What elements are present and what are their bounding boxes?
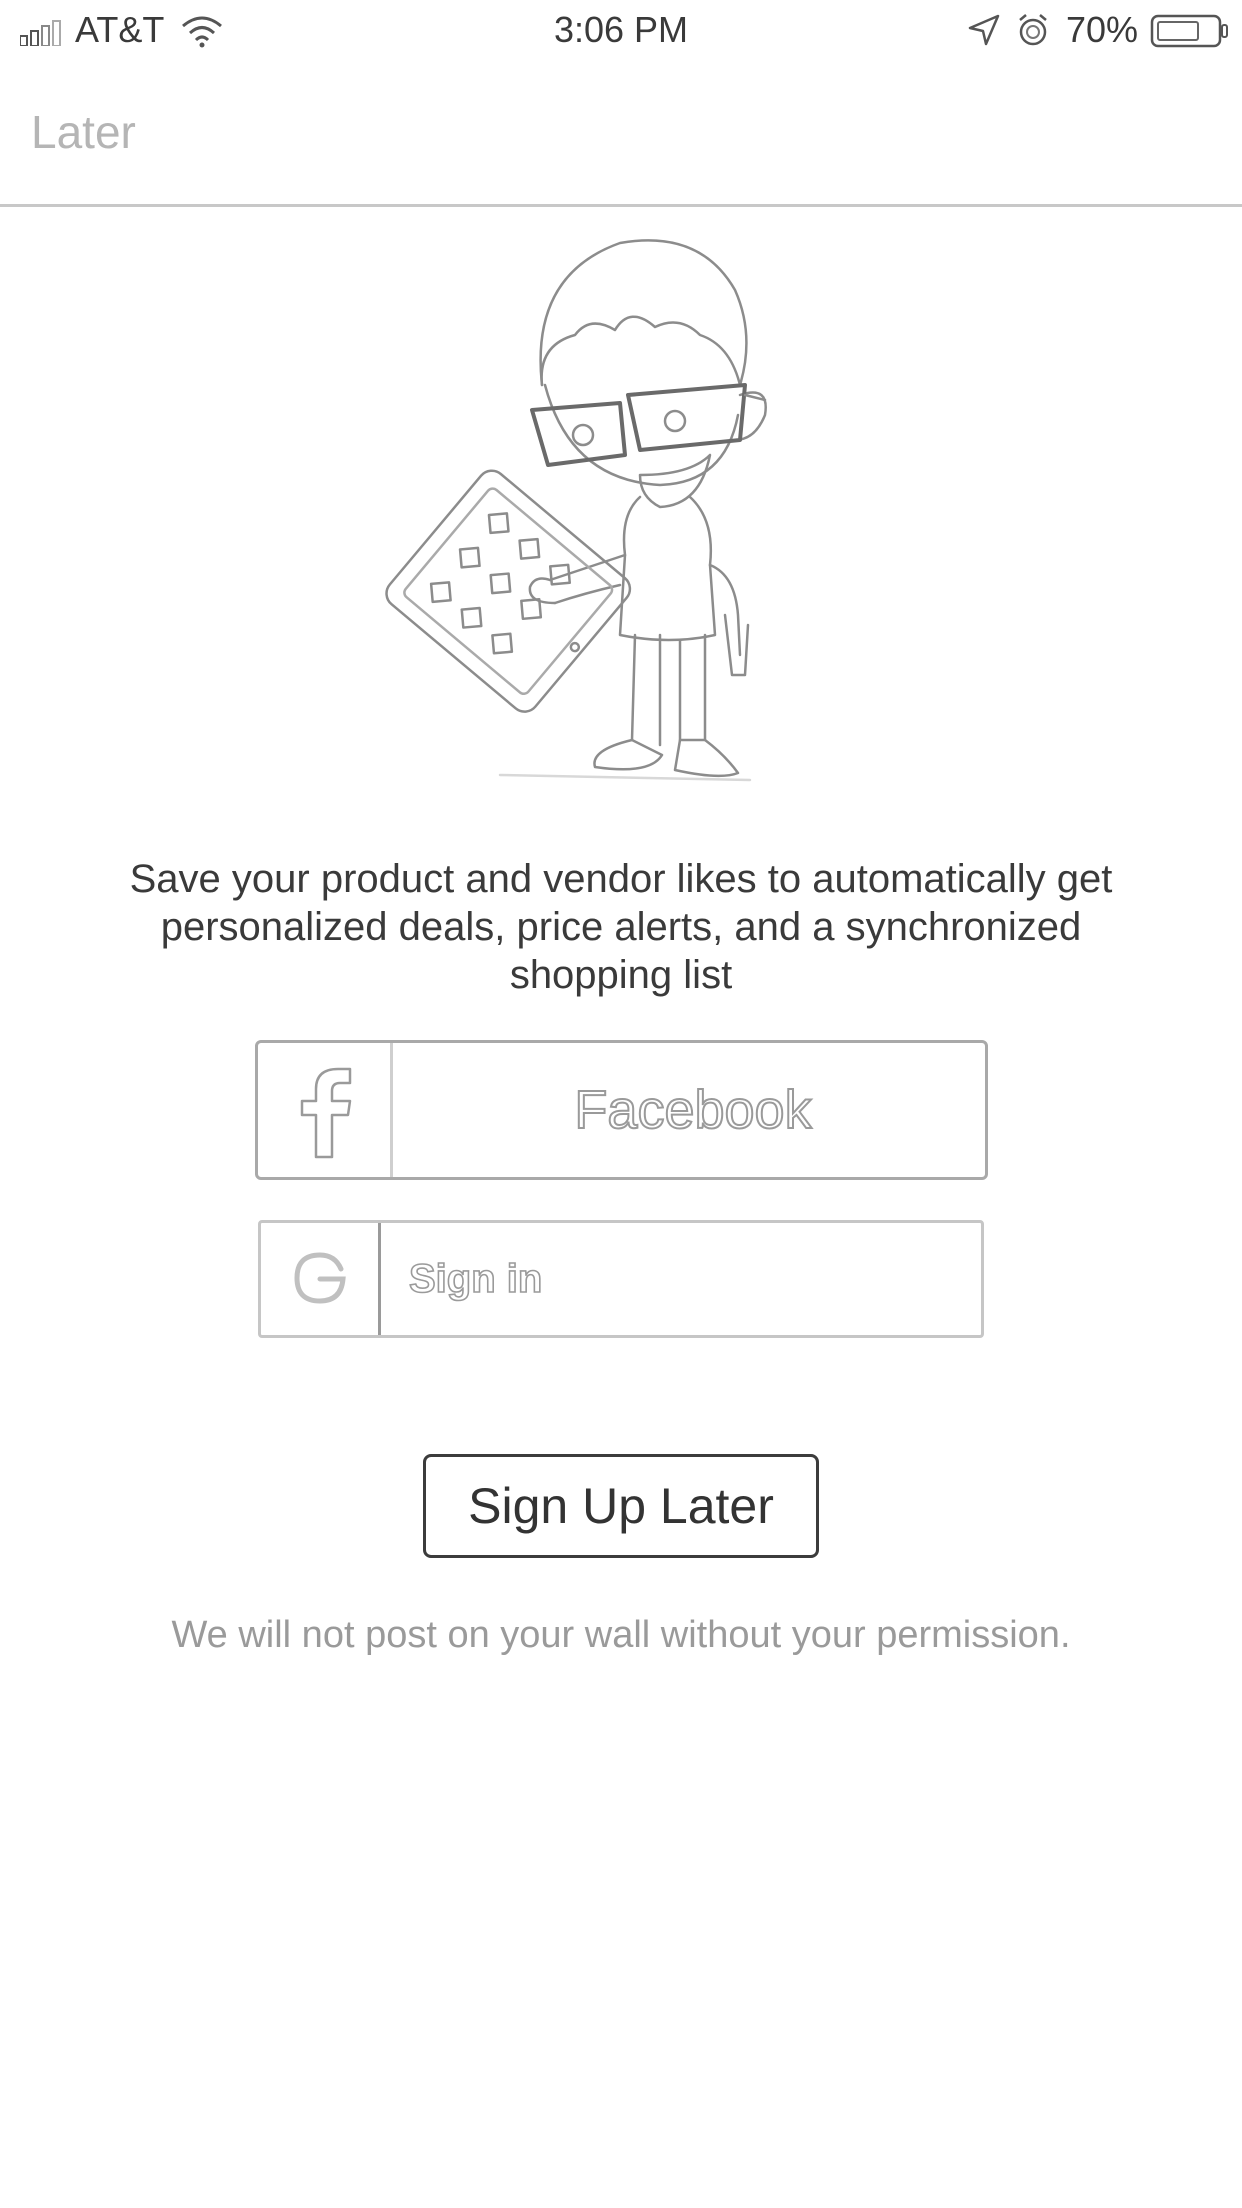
status-time: 3:06 PM bbox=[553, 9, 689, 50]
google-signin-button[interactable]: Sign in bbox=[258, 1220, 984, 1338]
later-nav-button[interactable]: Later bbox=[31, 104, 136, 160]
facebook-login-button[interactable]: Facebook bbox=[255, 1040, 988, 1180]
google-icon bbox=[294, 1252, 346, 1304]
facebook-icon-cell bbox=[258, 1043, 393, 1177]
hero-illustration bbox=[385, 239, 767, 782]
facebook-icon bbox=[300, 1067, 352, 1159]
location-icon bbox=[968, 14, 1000, 46]
navigation-bar: Later bbox=[0, 62, 1242, 207]
battery-icon bbox=[1150, 14, 1228, 48]
alarm-icon bbox=[1019, 14, 1047, 46]
facebook-button-label: Facebook bbox=[573, 1079, 812, 1141]
sign-up-later-button[interactable]: Sign Up Later bbox=[423, 1454, 819, 1558]
google-icon-cell bbox=[261, 1223, 381, 1335]
google-button-label: Sign in bbox=[408, 1256, 543, 1302]
description-text: Save your product and vendor likes to au… bbox=[129, 857, 1113, 997]
battery-percent: 70% bbox=[1066, 9, 1139, 50]
permission-note: We will not post on your wall without yo… bbox=[171, 1614, 1071, 1656]
status-bar: AT&T 3:06 PM 70% bbox=[0, 0, 1242, 62]
